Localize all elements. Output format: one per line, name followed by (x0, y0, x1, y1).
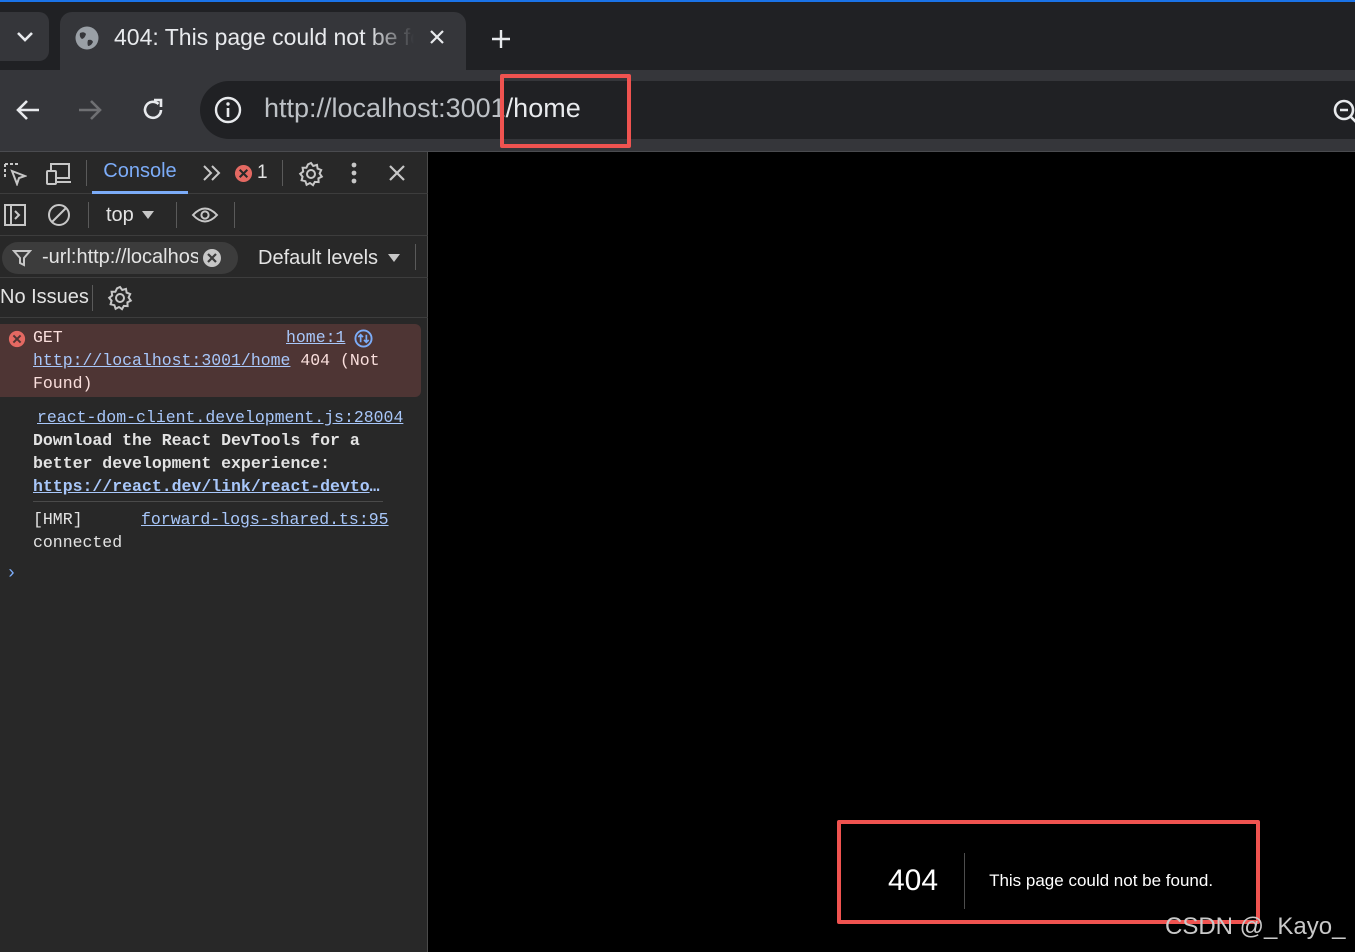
arrow-right-icon (79, 100, 102, 120)
context-label: top (106, 203, 134, 226)
url-host: http://localhost:3001 (264, 93, 506, 123)
sidebar-toggle-button[interactable] (2, 202, 28, 228)
clear-filter-icon[interactable] (202, 248, 222, 268)
more-options-button[interactable] (342, 161, 366, 185)
live-expression-button[interactable] (190, 202, 220, 228)
separator (282, 160, 283, 186)
browser-tab[interactable]: 404: This page could not be found (60, 12, 466, 72)
caret-down-icon (141, 211, 154, 219)
message-line: better development experience: (33, 454, 331, 473)
tab-search-button[interactable] (0, 12, 49, 61)
source-link[interactable]: react-dom-client.development.js:28004 (37, 406, 403, 429)
plus-icon (492, 30, 510, 48)
watermark: CSDN @_Kayo_ (1165, 913, 1346, 940)
request-url-link[interactable]: http://localhost:3001/home (33, 351, 290, 370)
reload-icon (143, 98, 163, 120)
tab-console[interactable]: Console (92, 152, 188, 194)
clear-console-button[interactable] (46, 202, 72, 228)
console-error-message: GET home:1 http://localhost:3001/home 40… (0, 324, 421, 397)
reload-button[interactable] (135, 92, 171, 128)
block-icon (48, 204, 70, 226)
separator (92, 285, 93, 311)
info-icon[interactable] (213, 95, 243, 125)
separator (176, 202, 177, 228)
context-select[interactable]: top (106, 202, 154, 228)
console-settings-button[interactable] (106, 284, 134, 312)
close-devtools-button[interactable] (385, 161, 409, 185)
gear-icon (107, 285, 133, 311)
status-text-cont: Found) (33, 374, 93, 393)
url-highlight-box (500, 74, 631, 148)
devtools-tab-bar: Console 1 (0, 152, 428, 194)
error-icon (8, 330, 26, 348)
issues-label[interactable]: No Issues (0, 286, 89, 309)
tab-title: 404: This page could not be found (114, 24, 414, 50)
inspect-element-button[interactable] (2, 161, 28, 187)
eye-icon (191, 207, 219, 223)
error-line: http://localhost:3001/home 404 (Not (33, 349, 380, 372)
log-levels-select[interactable]: Default levels (258, 245, 401, 271)
filter-bar: -url:http://localhost:3001 Default level… (0, 236, 428, 278)
address-bar[interactable]: http://localhost:3001/home (200, 81, 1355, 139)
network-request-icon[interactable] (354, 329, 373, 348)
browser-toolbar: http://localhost:3001/home (0, 70, 1355, 152)
caret-down-icon (388, 254, 401, 262)
source-link[interactable]: forward-logs-shared.ts:95 (141, 508, 389, 531)
source-link[interactable]: home:1 (286, 326, 345, 349)
close-icon (389, 165, 405, 181)
message-line: Download the React DevTools for a (33, 431, 360, 450)
error-highlight-box (837, 820, 1260, 924)
issues-bar: No Issues (0, 278, 428, 318)
filter-text: -url:http://localhost:3001 (42, 246, 198, 268)
console-info-message: react-dom-client.development.js:28004 Do… (0, 404, 428, 500)
inspect-icon (4, 163, 27, 186)
back-button[interactable] (10, 92, 46, 128)
device-icon (46, 163, 71, 185)
device-toolbar-button[interactable] (45, 161, 73, 187)
sidebar-icon (4, 204, 26, 226)
globe-icon (75, 26, 99, 50)
message-text: connected (33, 533, 123, 552)
separator (88, 202, 89, 228)
error-counter[interactable]: 1 (234, 161, 268, 185)
arrow-left-icon (16, 100, 39, 120)
error-icon (234, 164, 253, 182)
close-tab-button[interactable] (424, 24, 450, 50)
console-log-message: [HMR] forward-logs-shared.ts:95 connecte… (0, 506, 428, 554)
status-text: 404 (Not (300, 351, 380, 370)
new-tab-button[interactable] (484, 22, 518, 56)
filter-input[interactable]: -url:http://localhost:3001 (2, 242, 238, 274)
tab-strip: 404: This page could not be found (0, 0, 1355, 72)
chevron-down-icon (16, 31, 33, 42)
console-prompt[interactable]: › (6, 564, 17, 584)
devtools-panel: Console 1 top -url:http://localhos Defau… (0, 152, 428, 952)
error-count: 1 (257, 162, 268, 183)
more-tabs-button[interactable] (200, 161, 224, 185)
separator (86, 160, 87, 186)
devtools-link[interactable]: https://react.dev/link/react-devtools (33, 475, 387, 498)
double-chevron-icon (203, 165, 221, 181)
filter-icon (12, 250, 32, 267)
close-icon (430, 30, 444, 44)
separator (415, 244, 416, 270)
zoom-out-icon[interactable] (1331, 97, 1355, 127)
request-method: GET (33, 328, 63, 347)
gear-icon (298, 161, 324, 187)
settings-button[interactable] (297, 160, 325, 188)
message-body: Download the React DevTools for a better… (33, 429, 403, 498)
forward-button[interactable] (72, 92, 108, 128)
message-prefix: [HMR] (33, 510, 83, 529)
levels-label: Default levels (258, 246, 379, 269)
separator (234, 202, 235, 228)
message-divider (33, 501, 383, 502)
kebab-menu-icon (351, 162, 357, 184)
console-toolbar: top (0, 194, 428, 236)
